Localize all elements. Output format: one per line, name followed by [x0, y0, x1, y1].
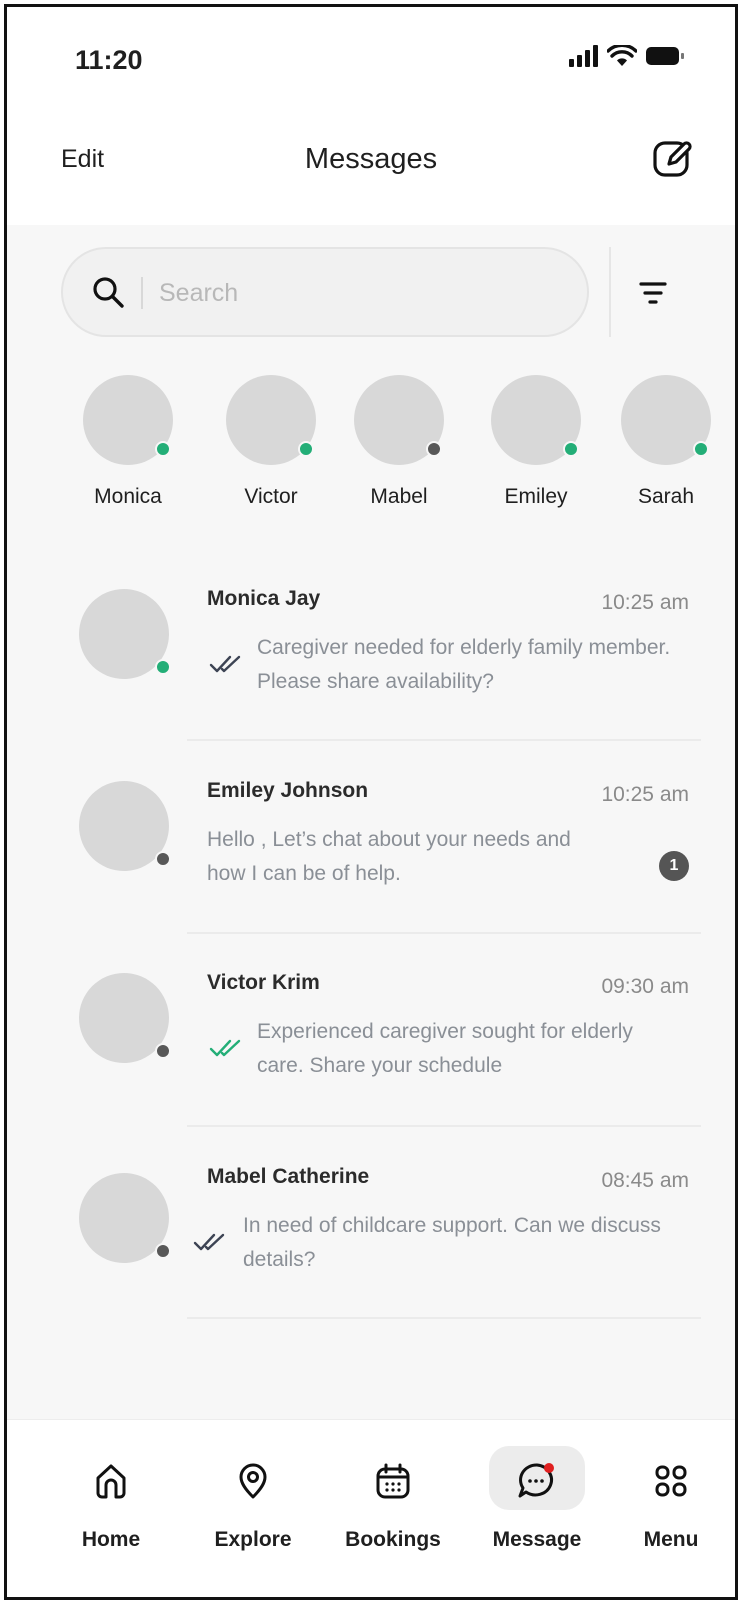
- tab-label: Bookings: [345, 1528, 441, 1551]
- conversation-row[interactable]: Emiley Johnson 10:25 am Hello , Let’s ch…: [7, 771, 735, 963]
- wifi-icon: [607, 45, 637, 66]
- message-time: 08:45 am: [601, 1169, 689, 1192]
- row-divider: [187, 932, 701, 934]
- filter-button[interactable]: [633, 275, 673, 311]
- tab-label: Menu: [643, 1528, 699, 1551]
- filter-icon: [639, 282, 667, 304]
- conversation-row[interactable]: Mabel Catherine 08:45 am In need of chil…: [7, 1157, 735, 1349]
- story-monica[interactable]: Monica: [73, 375, 183, 509]
- avatar: [79, 781, 171, 871]
- avatar: [491, 375, 581, 465]
- message-preview: Hello , Let’s chat about your needs and …: [207, 828, 571, 885]
- tab-label: Home: [81, 1528, 141, 1551]
- story-name: Monica: [94, 485, 162, 508]
- top-bar: 11:20 Edit Messages: [7, 7, 735, 225]
- row-divider: [187, 1317, 701, 1319]
- compose-icon: [653, 141, 692, 177]
- contact-name: Monica Jay: [207, 587, 321, 610]
- tab-menu[interactable]: Menu: [611, 1420, 731, 1552]
- online-indicator: [693, 441, 709, 457]
- chat-icon: [518, 1463, 554, 1498]
- status-time: 11:20: [75, 45, 143, 75]
- online-indicator: [155, 441, 171, 457]
- tab-home[interactable]: Home: [51, 1420, 171, 1552]
- online-indicator: [563, 441, 579, 457]
- story-sarah[interactable]: Sarah: [611, 375, 721, 509]
- tab-label: Explore: [214, 1528, 292, 1551]
- avatar: [621, 375, 711, 465]
- status-icons: [569, 45, 685, 67]
- message-time: 09:30 am: [601, 975, 689, 998]
- home-icon: [96, 1464, 126, 1499]
- offline-indicator: [155, 1043, 171, 1059]
- online-indicator: [155, 659, 171, 675]
- grid-icon: [655, 1465, 687, 1497]
- story-name: Emiley: [504, 485, 568, 508]
- location-pin-icon: [239, 1463, 267, 1499]
- search-divider: [609, 247, 611, 337]
- story-name: Sarah: [637, 485, 695, 508]
- offline-indicator: [155, 851, 171, 867]
- contact-name: Victor Krim: [207, 971, 320, 994]
- calendar-icon: [376, 1463, 410, 1499]
- story-victor[interactable]: Victor: [216, 375, 326, 509]
- avatar: [79, 973, 171, 1063]
- double-check-icon: [193, 1233, 225, 1251]
- phone-screen: 11:20 Edit Messages Search Monica Victor…: [4, 4, 738, 1600]
- contact-name: Emiley Johnson: [207, 779, 369, 802]
- story-name: Mabel: [370, 485, 428, 508]
- avatar: [79, 589, 171, 679]
- signal-icon: [569, 45, 598, 67]
- search-input[interactable]: Search: [61, 247, 589, 337]
- double-check-icon: [209, 655, 241, 673]
- bottom-tab-bar: Home Explore Bookings Message Menu: [7, 1419, 735, 1597]
- row-divider: [187, 1125, 701, 1127]
- online-indicator: [298, 441, 314, 457]
- tab-explore[interactable]: Explore: [193, 1420, 313, 1552]
- page-title: Messages: [304, 143, 438, 175]
- avatar: [83, 375, 173, 465]
- message-preview: Experienced caregiver sought for elderly…: [257, 1020, 633, 1077]
- message-preview: In need of childcare support. Can we dis…: [243, 1214, 661, 1271]
- battery-icon: [646, 47, 684, 65]
- compose-button[interactable]: [651, 137, 695, 181]
- tab-bookings[interactable]: Bookings: [333, 1420, 453, 1552]
- offline-indicator: [426, 441, 442, 457]
- story-emiley[interactable]: Emiley: [481, 375, 591, 509]
- message-preview: Caregiver needed for elderly family memb…: [257, 636, 671, 693]
- message-time: 10:25 am: [601, 783, 689, 806]
- tab-label: Message: [492, 1528, 582, 1551]
- unread-badge: 1: [659, 851, 689, 881]
- search-separator: [141, 277, 143, 309]
- search-placeholder: Search: [159, 279, 239, 307]
- message-time: 10:25 am: [601, 591, 689, 614]
- avatar: [79, 1173, 171, 1263]
- story-name: Victor: [244, 485, 298, 508]
- story-mabel[interactable]: Mabel: [344, 375, 454, 509]
- double-check-icon: [209, 1039, 241, 1057]
- contact-name: Mabel Catherine: [207, 1165, 370, 1188]
- avatar: [354, 375, 444, 465]
- row-divider: [187, 739, 701, 741]
- offline-indicator: [155, 1243, 171, 1259]
- tab-message[interactable]: Message: [477, 1420, 597, 1552]
- avatar: [226, 375, 316, 465]
- search-icon: [93, 277, 124, 308]
- conversation-row[interactable]: Monica Jay 10:25 am Caregiver needed for…: [7, 579, 735, 771]
